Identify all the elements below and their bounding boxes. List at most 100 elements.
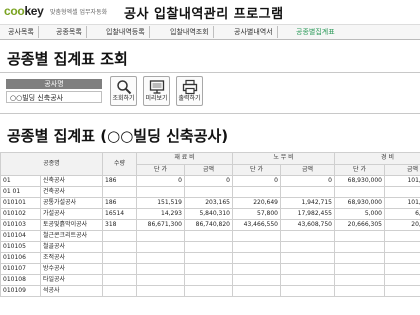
row-material-unit: 151,519 — [136, 197, 185, 209]
row-expense-unit — [334, 285, 385, 297]
row-material-amount — [184, 274, 233, 286]
row-name: 석공사 — [40, 285, 103, 297]
project-select[interactable]: ○○빌딩 신축공사 — [6, 91, 102, 103]
row-qty: 318 — [102, 219, 137, 231]
row-material-unit — [136, 263, 185, 275]
row-expense-amount: 101,660,0 — [383, 175, 420, 187]
printer-icon — [182, 79, 197, 95]
row-expense-unit — [334, 186, 385, 198]
row-material-amount — [184, 285, 233, 297]
row-name: 토공및흙막이공사 — [40, 219, 103, 231]
row-name: 방수공사 — [40, 263, 103, 275]
header-material-amount: 금액 — [184, 163, 233, 176]
row-name: 가설공사 — [40, 208, 103, 220]
row-name: 철골공사 — [40, 241, 103, 253]
row-qty — [102, 263, 137, 275]
app-title: 공사 입찰내역관리 프로그램 — [124, 7, 284, 22]
row-labor-unit — [232, 274, 281, 286]
row-material-amount: 86,740,820 — [184, 219, 233, 231]
row-qty — [102, 252, 137, 264]
header-work-type: 공종명 — [0, 152, 103, 176]
row-labor-unit — [232, 230, 281, 242]
row-expense-amount — [383, 263, 420, 275]
row-material-unit: 14,293 — [136, 208, 185, 220]
row-name: 공통가설공사 — [40, 197, 103, 209]
row-labor-amount — [280, 263, 335, 275]
nav-item-project-list[interactable]: 공사목록 — [4, 26, 39, 38]
row-qty: 16514 — [102, 208, 137, 220]
row-code: 010108 — [0, 274, 41, 286]
row-material-unit — [136, 252, 185, 264]
nav-item-bid-register[interactable]: 입찰내역등록 — [102, 26, 150, 38]
row-expense-unit — [334, 274, 385, 286]
row-labor-unit — [232, 241, 281, 253]
row-expense-amount — [383, 285, 420, 297]
row-qty — [102, 186, 137, 198]
row-code: 010104 — [0, 230, 41, 242]
row-labor-unit: 57,800 — [232, 208, 281, 220]
print-button[interactable]: 출력하기 — [176, 76, 203, 106]
header-labor-unit: 단 가 — [232, 163, 281, 176]
logo-text-accent: key — [24, 4, 44, 18]
row-material-amount — [184, 230, 233, 242]
table-row[interactable]: 01 신축공사 186 0 0 0 0 68,930,000 101,660,0 — [0, 175, 420, 187]
app-header: cookey 맞춤형엑셀 업무자동화 공사 입찰내역관리 프로그램 — [0, 0, 420, 24]
nav-item-project-statement[interactable]: 공사별내역서 — [230, 26, 278, 38]
row-material-unit: 0 — [136, 175, 185, 187]
magnifier-icon — [116, 80, 131, 95]
header-expense-amount: 금액 — [383, 163, 420, 176]
table-row[interactable]: 010106 조적공사 — [0, 252, 420, 264]
row-code: 010105 — [0, 241, 41, 253]
header-labor: 노 무 비 — [232, 152, 335, 165]
project-label: 공사명 — [6, 79, 102, 89]
table-row[interactable]: 010101 공통가설공사 186 151,519 203,165 220,64… — [0, 197, 420, 209]
logo-tagline: 맞춤형엑셀 업무자동화 — [50, 9, 108, 16]
row-expense-unit — [334, 230, 385, 242]
search-button[interactable]: 조회하기 — [110, 76, 137, 106]
row-labor-amount: 17,982,455 — [280, 208, 335, 220]
row-expense-amount — [383, 186, 420, 198]
table-row[interactable]: 010108 타일공사 — [0, 274, 420, 286]
row-material-unit — [136, 230, 185, 242]
row-expense-amount: 6,167,9 — [383, 208, 420, 220]
row-code: 010107 — [0, 263, 41, 275]
row-code: 01 01 — [0, 186, 41, 198]
row-qty: 186 — [102, 197, 137, 209]
row-name: 신축공사 — [40, 175, 103, 187]
table-row[interactable]: 010109 석공사 — [0, 285, 420, 297]
table-row[interactable]: 010102 가설공사 16514 14,293 5,840,310 57,80… — [0, 208, 420, 220]
row-expense-unit — [334, 252, 385, 264]
table-row[interactable]: 010103 토공및흙막이공사 318 86,671,300 86,740,82… — [0, 219, 420, 231]
row-expense-unit: 5,000 — [334, 208, 385, 220]
row-material-amount — [184, 241, 233, 253]
header-expense: 경 비 — [333, 152, 420, 165]
row-labor-unit — [232, 252, 281, 264]
table-row[interactable]: 010104 철근콘크리트공사 — [0, 230, 420, 242]
row-qty — [102, 241, 137, 253]
row-qty — [102, 274, 137, 286]
nav-item-bid-inquiry[interactable]: 입찰내역조회 — [166, 26, 214, 38]
header-material: 재 료 비 — [136, 152, 233, 165]
row-material-amount: 0 — [184, 175, 233, 187]
row-labor-unit: 220,649 — [232, 197, 281, 209]
row-qty — [102, 230, 137, 242]
row-material-unit: 86,671,300 — [136, 219, 185, 231]
table-row[interactable]: 010105 철골공사 — [0, 241, 420, 253]
table-row[interactable]: 010107 방수공사 — [0, 263, 420, 275]
row-material-unit — [136, 241, 185, 253]
row-material-unit — [136, 285, 185, 297]
divider — [0, 72, 420, 73]
row-labor-unit: 0 — [232, 175, 281, 187]
nav-item-work-type-list[interactable]: 공종목록 — [52, 26, 87, 38]
row-code: 010109 — [0, 285, 41, 297]
row-labor-amount — [280, 186, 335, 198]
header-material-unit: 단 가 — [136, 163, 185, 176]
table-row[interactable]: 01 01 건축공사 — [0, 186, 420, 198]
preview-button[interactable]: 미리보기 — [143, 76, 170, 106]
row-labor-amount: 43,608,750 — [280, 219, 335, 231]
search-button-label: 조회하기 — [112, 95, 135, 102]
nav-item-work-type-summary[interactable]: 공종별집계표 — [292, 26, 339, 38]
summary-table: 공종명 수량 재 료 비 노 무 비 경 비 단 가 금액 단 가 금액 단 가… — [0, 152, 420, 297]
row-expense-unit: 20,666,305 — [334, 219, 385, 231]
row-name: 건축공사 — [40, 186, 103, 198]
